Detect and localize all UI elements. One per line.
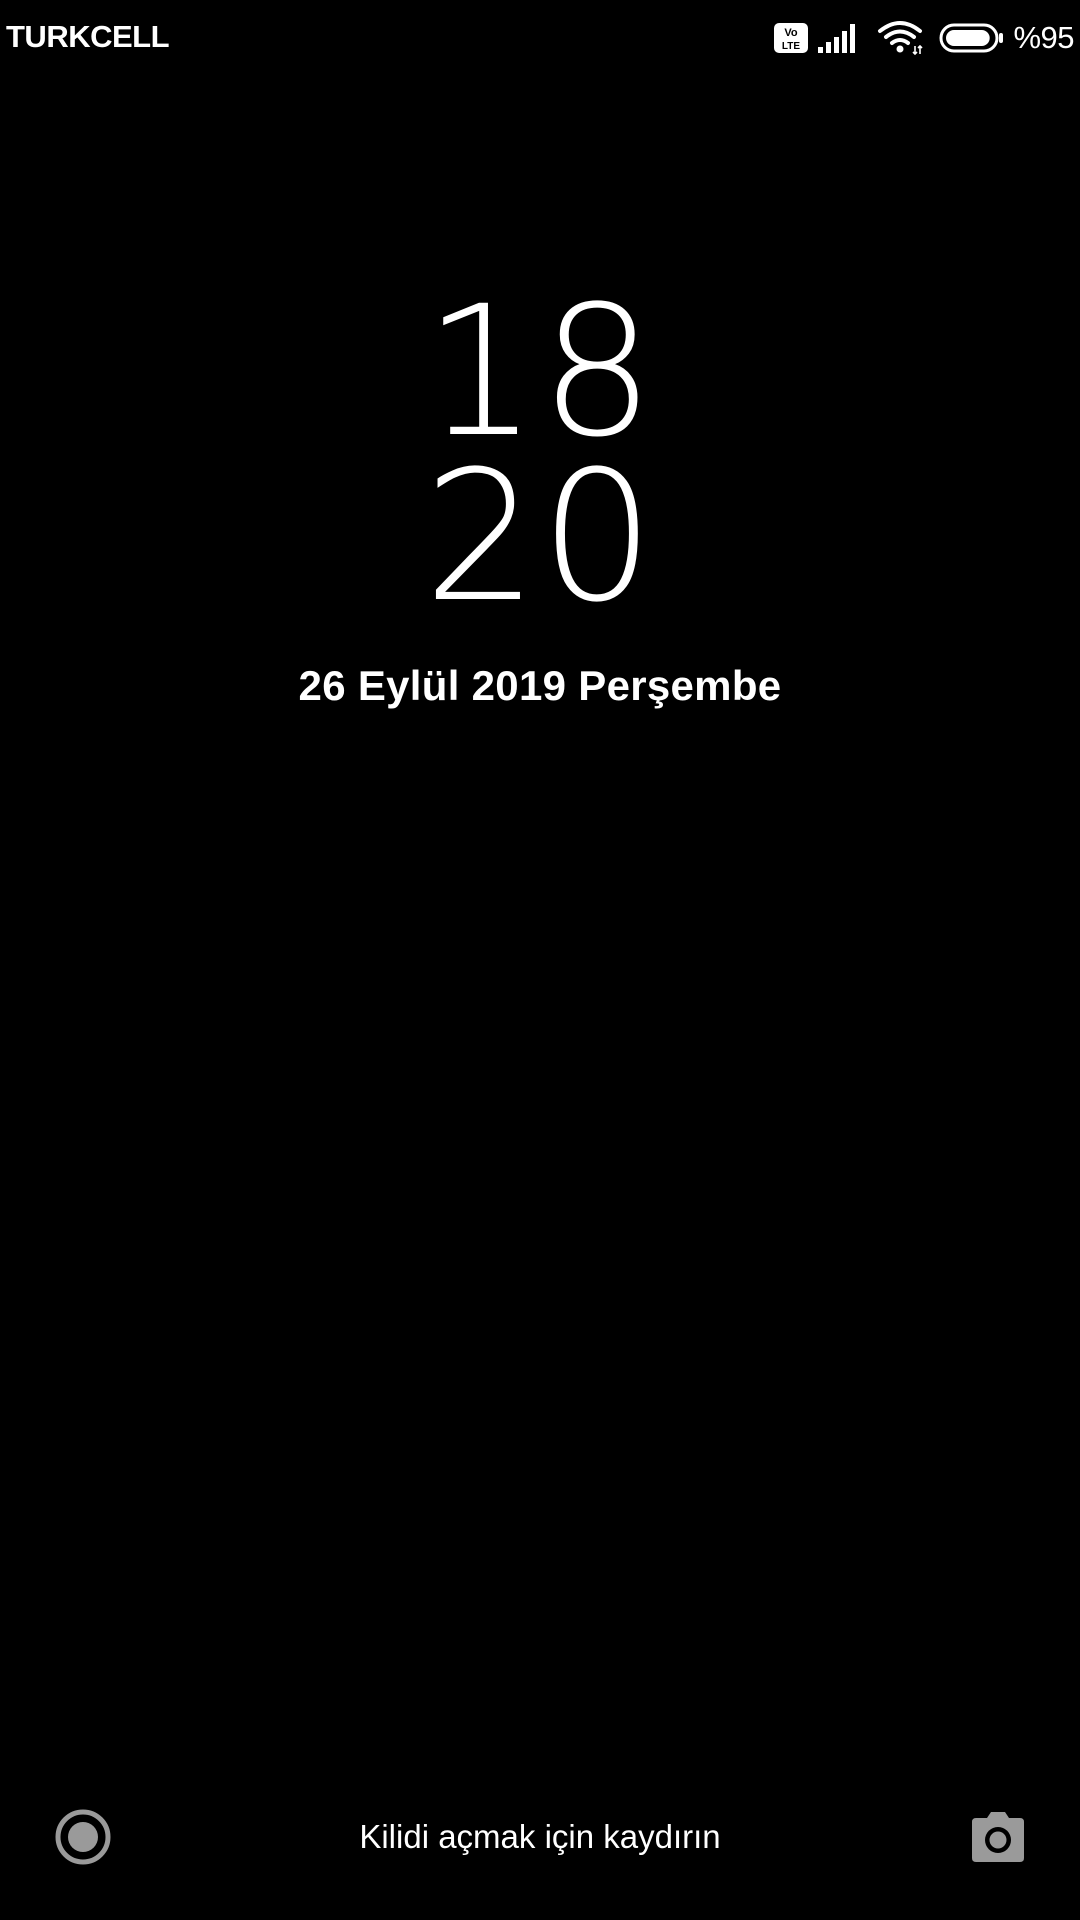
clock-hours: 18 — [423, 268, 657, 477]
signal-strength-icon — [818, 24, 856, 53]
battery-percentage: %95 — [1013, 20, 1074, 55]
volte-icon: Vo LTE — [774, 23, 809, 53]
camera-icon[interactable] — [970, 1810, 1026, 1864]
status-icons: Vo LTE %95 — [773, 18, 1074, 58]
carrier-name: TURKCELL — [6, 19, 170, 54]
date-label: 26 Eylül 2019 Perşembe — [298, 662, 782, 709]
svg-text:Vo: Vo — [785, 27, 799, 39]
lock-screen[interactable]: TURKCELL Vo LTE %95 18 20 26 Eylül 2019 … — [0, 0, 1080, 1920]
svg-text:LTE: LTE — [782, 41, 800, 52]
battery-icon — [939, 23, 1004, 53]
wifi-icon — [878, 21, 924, 56]
clock-minutes: 20 — [423, 433, 657, 642]
status-bar: TURKCELL Vo LTE %95 — [0, 0, 1080, 74]
unlock-hint: Kilidi açmak için kaydırın — [359, 1818, 721, 1855]
